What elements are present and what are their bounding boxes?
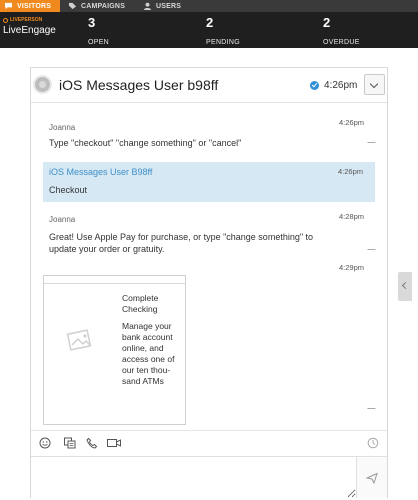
send-button[interactable] <box>356 457 387 498</box>
stat-pending-count: 2 <box>206 15 214 30</box>
stat-open-label: OPEN <box>88 39 110 46</box>
message-text: Type "checkout" "change something" or "c… <box>49 138 242 148</box>
message-time: 4:29pm <box>339 263 365 272</box>
message-time: 4:28pm <box>339 212 365 221</box>
read-receipt-icon <box>367 247 377 250</box>
visitor-name: iOS Messages User b98ff <box>59 77 219 93</box>
tab-users-label: USERS <box>156 2 182 10</box>
message-time: 4:26pm <box>337 167 363 176</box>
video-icon[interactable] <box>107 437 121 449</box>
avatar <box>33 75 52 94</box>
composer-toolbar <box>31 430 387 454</box>
stat-open-count: 3 <box>88 15 96 30</box>
highlighted-message: iOS Messages User B98ff 4:26pm Checkout <box>43 162 375 202</box>
top-nav: VISITORS CAMPAIGNS USERS <box>0 0 418 12</box>
tab-campaigns-label: CAMPAIGNS <box>81 2 126 10</box>
card-body-line: our ten thou- <box>122 365 171 375</box>
read-receipt-icon <box>367 406 377 409</box>
message-time: 4:26pm <box>339 118 365 127</box>
message-composer <box>31 456 387 498</box>
tab-campaigns[interactable]: CAMPAIGNS <box>68 0 125 12</box>
message-text-line1: Great! Use Apple Pay for purchase, or ty… <box>49 232 314 242</box>
card-body-line: access one of <box>122 354 175 364</box>
message-sender: Joanna <box>49 123 76 132</box>
card-body-line: sand ATMs <box>122 376 164 386</box>
message-text: Checkout <box>49 185 88 195</box>
stats-bar: LIVEPERSON LiveEngage 3 OPEN 2 PENDING 2… <box>0 12 418 48</box>
stat-overdue-label: OVERDUE <box>323 39 360 46</box>
card-body: Manage your bank account online, and acc… <box>122 321 182 387</box>
user-icon <box>143 2 152 10</box>
liveperson-logo: LIVEPERSON LiveEngage <box>3 17 63 45</box>
stat-overdue-count: 2 <box>323 15 331 30</box>
card-body-line: Manage your <box>122 321 172 331</box>
card-divider <box>44 283 185 284</box>
read-receipt-icon <box>367 140 377 143</box>
phone-icon[interactable] <box>86 437 98 449</box>
history-clock-icon[interactable] <box>367 437 379 449</box>
send-icon <box>366 472 378 484</box>
tag-icon <box>68 2 77 10</box>
stat-pending[interactable]: 2 PENDING <box>206 15 240 49</box>
conversation-panel: iOS Messages User b98ff 4:26pm Joanna 4:… <box>30 67 388 498</box>
co-browse-icon[interactable] <box>64 437 76 449</box>
card-body-line: online, and <box>122 343 164 353</box>
stat-open[interactable]: 3 OPEN <box>88 15 109 49</box>
message-text-line2: update your order or gratuity. <box>49 244 165 254</box>
stat-overdue[interactable]: 2 OVERDUE <box>323 15 360 49</box>
card-title-line: Checking <box>122 304 158 314</box>
card-title-line: Complete <box>122 293 159 303</box>
conversation-header: iOS Messages User b98ff 4:26pm <box>31 68 387 103</box>
message-sender: Joanna <box>49 215 76 224</box>
chat-bubble-icon <box>4 2 13 10</box>
tab-users[interactable]: USERS <box>143 0 181 12</box>
card-title: Complete Checking <box>122 293 182 315</box>
stat-pending-label: PENDING <box>206 39 240 46</box>
options-dropdown-button[interactable] <box>364 74 385 95</box>
emoji-icon[interactable] <box>39 437 51 449</box>
verified-check-icon <box>310 81 319 90</box>
conversation-time: 4:26pm <box>324 80 358 91</box>
structured-content-card[interactable]: Complete Checking Manage your bank accou… <box>43 275 186 425</box>
tab-visitors-label: VISITORS <box>17 2 52 10</box>
card-body-line: bank account <box>122 332 173 342</box>
logo-brand-small: LIVEPERSON <box>10 17 43 23</box>
message-sender: iOS Messages User B98ff <box>49 167 153 177</box>
logo-mark-icon <box>3 17 8 23</box>
side-panel-toggle[interactable] <box>398 272 412 301</box>
image-placeholder-icon <box>66 329 92 351</box>
message-input[interactable] <box>31 457 356 498</box>
tab-visitors[interactable]: VISITORS <box>0 0 60 12</box>
logo-brand-big: LiveEngage <box>3 25 56 36</box>
